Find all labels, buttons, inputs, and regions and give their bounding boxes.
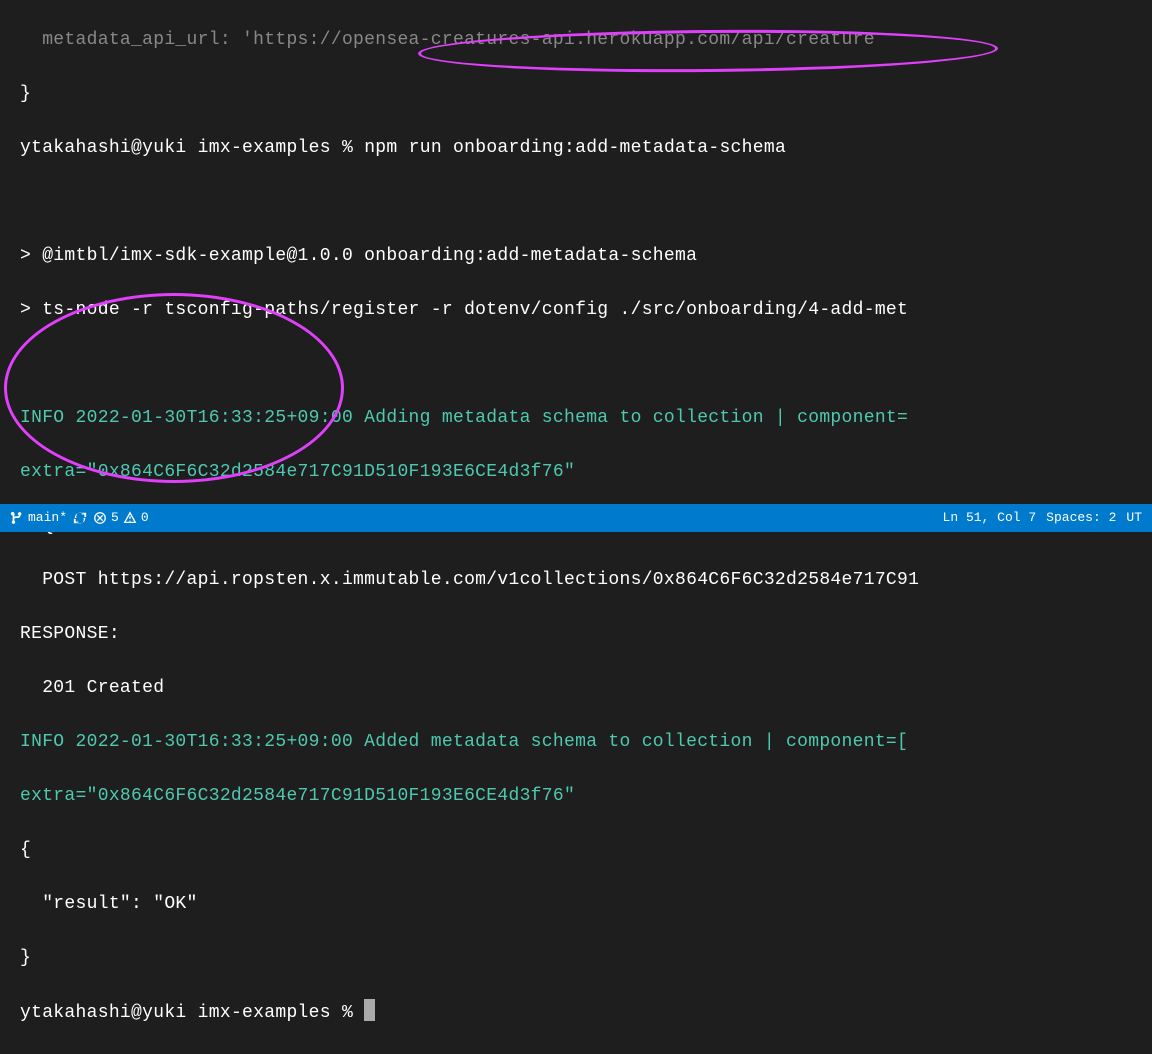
git-branch-label: main*	[28, 508, 67, 528]
output-line: metadata_api_url: 'https://opensea-creat…	[20, 27, 1132, 54]
prompt-dir: imx-examples	[198, 1003, 331, 1023]
error-icon	[93, 511, 107, 525]
response-line: 201 Created	[20, 675, 1132, 702]
problems-button[interactable]: 5 0	[93, 508, 149, 528]
encoding-button[interactable]: UT	[1126, 508, 1142, 528]
output-line: }	[20, 81, 1132, 108]
json-output: }	[20, 945, 1132, 972]
status-left: main* 5 0	[10, 508, 943, 528]
prompt-line: ytakahashi@yuki imx-examples % npm run o…	[20, 135, 1132, 162]
git-branch-icon	[10, 511, 24, 525]
status-right: Ln 51, Col 7 Spaces: 2 UT	[943, 508, 1142, 528]
json-output: "result": "OK"	[20, 891, 1132, 918]
warning-icon	[123, 511, 137, 525]
info-log: INFO 2022-01-30T16:33:25+09:00 Added met…	[20, 729, 1132, 756]
json-output: {	[20, 837, 1132, 864]
info-log: extra="0x864C6F6C32d2584e717C91D510F193E…	[20, 783, 1132, 810]
prompt-user: ytakahashi@yuki	[20, 1003, 187, 1023]
request-line: POST https://api.ropsten.x.immutable.com…	[20, 567, 1132, 594]
line-col-button[interactable]: Ln 51, Col 7	[943, 508, 1037, 528]
git-branch-button[interactable]: main*	[10, 508, 67, 528]
git-sync-button[interactable]	[73, 511, 87, 525]
prompt-symbol: %	[342, 1003, 353, 1023]
info-log: extra="0x864C6F6C32d2584e717C91D510F193E…	[20, 459, 1132, 486]
empty-line	[20, 189, 1132, 216]
prompt-line: ytakahashi@yuki imx-examples %	[20, 999, 1132, 1027]
command-text: npm run onboarding:add-metadata-schema	[364, 138, 786, 158]
warning-count: 0	[141, 508, 149, 528]
script-output: > @imtbl/imx-sdk-example@1.0.0 onboardin…	[20, 243, 1132, 270]
spaces-button[interactable]: Spaces: 2	[1046, 508, 1116, 528]
status-bar: main* 5 0 Ln 51, Col 7 Spaces: 2 UT	[0, 504, 1152, 532]
prompt-symbol: %	[342, 138, 353, 158]
sync-icon	[73, 511, 87, 525]
script-output: > ts-node -r tsconfig-paths/register -r …	[20, 297, 1132, 324]
error-count: 5	[111, 508, 119, 528]
response-label: RESPONSE:	[20, 621, 1132, 648]
terminal-cursor	[364, 999, 375, 1021]
info-log: INFO 2022-01-30T16:33:25+09:00 Adding me…	[20, 405, 1132, 432]
prompt-dir: imx-examples	[198, 138, 331, 158]
prompt-user: ytakahashi@yuki	[20, 138, 187, 158]
empty-line	[20, 351, 1132, 378]
